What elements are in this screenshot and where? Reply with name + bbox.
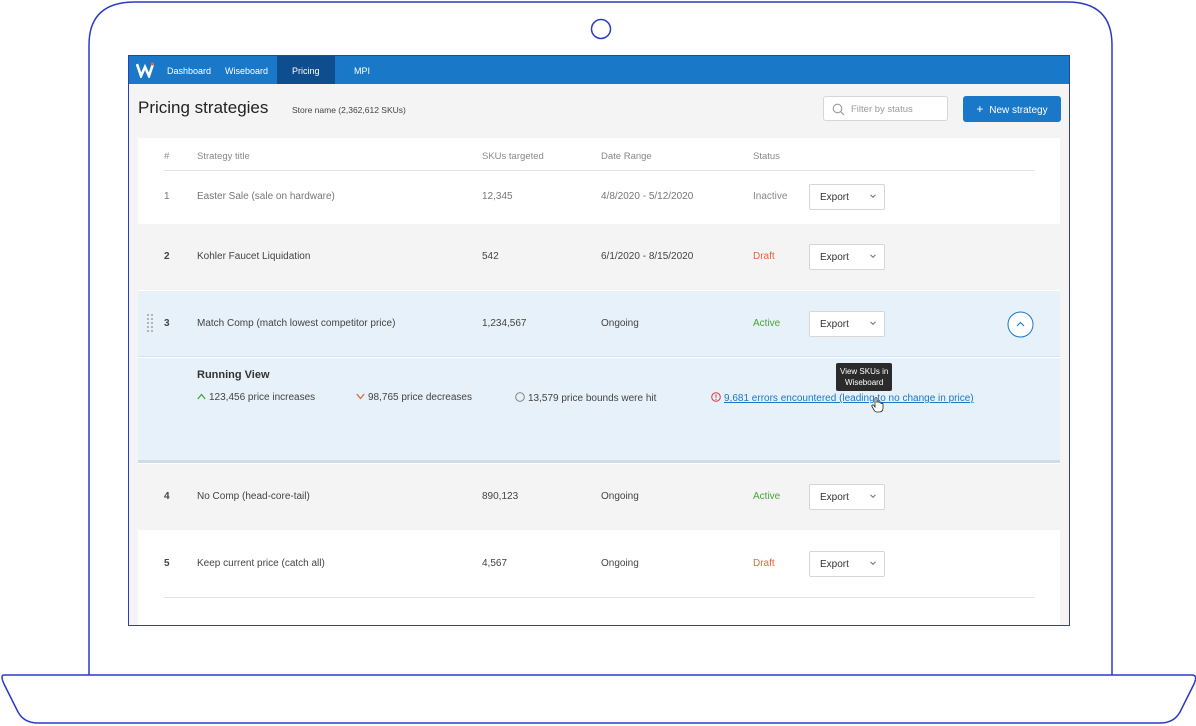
date-range: 6/1/2020 - 8/15/2020 xyxy=(601,251,694,262)
col-header-number: # xyxy=(164,151,170,162)
filter-placeholder: Filter by status xyxy=(851,104,913,115)
chevron-down-icon xyxy=(870,321,876,326)
strategies-table: # Strategy title SKUs targeted Date Rang… xyxy=(138,138,1060,625)
new-strategy-label: New strategy xyxy=(989,105,1048,116)
nav-mpi[interactable]: MPI xyxy=(354,56,370,84)
filter-by-status-input[interactable]: Filter by status xyxy=(823,96,948,121)
tooltip: View SKUs in Wiseboard xyxy=(836,363,893,391)
date-range: Ongoing xyxy=(601,491,639,502)
top-navbar: Dashboard Wiseboard Pricing MPI xyxy=(129,56,1069,84)
running-view-panel: Running View 123,456 price increases 98,… xyxy=(138,358,1060,463)
nav-pricing[interactable]: Pricing xyxy=(277,56,335,84)
price-increases-label: 123,456 price increases xyxy=(209,392,316,403)
strategy-title: Kohler Faucet Liquidation xyxy=(197,251,311,262)
col-header-status: Status xyxy=(753,151,780,162)
export-dropdown[interactable]: Export xyxy=(809,484,885,510)
col-header-title: Strategy title xyxy=(197,151,250,162)
row-number: 1 xyxy=(164,191,170,202)
export-label: Export xyxy=(820,559,849,570)
row-number: 2 xyxy=(164,251,170,262)
strategy-title: Match Comp (match lowest competitor pric… xyxy=(197,318,396,329)
row-number: 5 xyxy=(164,558,170,569)
price-decreases-label: 98,765 price decreases xyxy=(368,392,472,403)
date-range: Ongoing xyxy=(601,558,639,569)
export-label: Export xyxy=(820,252,849,263)
error-icon xyxy=(711,392,721,402)
export-dropdown[interactable]: Export xyxy=(809,551,885,577)
row-number: 3 xyxy=(164,318,170,329)
col-header-skus: SKUs targeted xyxy=(482,151,544,162)
date-range: Ongoing xyxy=(601,318,639,329)
table-bottom-divider xyxy=(164,597,1035,598)
new-strategy-button[interactable]: + New strategy xyxy=(963,96,1061,122)
circle-icon xyxy=(515,392,525,402)
table-row[interactable]: 1 Easter Sale (sale on hardware) 12,345 … xyxy=(138,171,1060,223)
status-badge: Active xyxy=(753,491,781,502)
strategy-title: No Comp (head-core-tail) xyxy=(197,491,310,502)
export-label: Export xyxy=(820,192,849,203)
running-view-title: Running View xyxy=(197,369,270,381)
chevron-down-icon xyxy=(870,494,876,499)
export-label: Export xyxy=(820,492,849,503)
price-increases-stat: 123,456 price increases xyxy=(197,392,315,403)
export-label: Export xyxy=(820,319,849,330)
search-icon xyxy=(832,103,845,116)
camera-icon xyxy=(590,18,612,40)
strategy-title: Keep current price (catch all) xyxy=(197,558,325,569)
arrow-up-icon xyxy=(197,393,206,400)
strategy-title: Easter Sale (sale on hardware) xyxy=(197,191,335,202)
skus-targeted: 12,345 xyxy=(482,191,513,202)
laptop-base xyxy=(1,674,1196,724)
plus-icon: + xyxy=(976,102,984,116)
export-dropdown[interactable]: Export xyxy=(809,311,885,337)
skus-targeted: 890,123 xyxy=(482,491,519,502)
skus-targeted: 542 xyxy=(482,251,499,262)
skus-targeted: 1,234,567 xyxy=(482,318,527,329)
collapse-row-button[interactable] xyxy=(1007,311,1034,338)
date-range: 4/8/2020 - 5/12/2020 xyxy=(601,191,694,202)
drag-handle-icon[interactable] xyxy=(146,313,154,335)
price-bounds-label: 13,579 price bounds were hit xyxy=(528,393,657,404)
skus-targeted: 4,567 xyxy=(482,558,508,569)
store-name: Store name (2,362,612 SKUs) xyxy=(292,105,406,115)
export-dropdown[interactable]: Export xyxy=(809,184,885,210)
arrow-down-icon xyxy=(356,393,365,400)
page-title: Pricing strategies xyxy=(138,98,269,117)
chevron-down-icon xyxy=(870,194,876,199)
tooltip-line-2: Wiseboard xyxy=(845,378,884,387)
status-badge: Active xyxy=(753,318,781,329)
export-dropdown[interactable]: Export xyxy=(809,244,885,270)
screen: Dashboard Wiseboard Pricing MPI Pricing … xyxy=(128,55,1070,626)
price-decreases-stat: 98,765 price decreases xyxy=(356,392,472,403)
nav-wiseboard[interactable]: Wiseboard xyxy=(225,56,268,84)
table-row[interactable]: 5 Keep current price (catch all) 4,567 O… xyxy=(138,531,1060,597)
col-header-date-range: Date Range xyxy=(601,151,652,162)
status-badge: Inactive xyxy=(753,191,788,202)
tooltip-line-1: View SKUs in xyxy=(840,367,889,376)
table-row[interactable]: 4 No Comp (head-core-tail) 890,123 Ongoi… xyxy=(138,464,1060,530)
hand-cursor-icon xyxy=(871,397,884,413)
nav-dashboard[interactable]: Dashboard xyxy=(167,56,211,84)
errors-stat[interactable]: 9,681 errors encountered (leading to no … xyxy=(711,392,974,404)
status-badge: Draft xyxy=(753,251,775,262)
row-number: 4 xyxy=(164,491,170,502)
status-badge: Draft xyxy=(753,558,775,569)
chevron-down-icon xyxy=(870,254,876,259)
price-bounds-stat: 13,579 price bounds were hit xyxy=(515,392,656,404)
table-row-expanded[interactable]: 3 Match Comp (match lowest competitor pr… xyxy=(138,291,1060,357)
errors-link[interactable]: 9,681 errors encountered (leading to no … xyxy=(724,393,974,404)
chevron-down-icon xyxy=(870,561,876,566)
table-row[interactable]: 2 Kohler Faucet Liquidation 542 6/1/2020… xyxy=(138,224,1060,290)
brand-logo-icon[interactable] xyxy=(136,62,154,78)
